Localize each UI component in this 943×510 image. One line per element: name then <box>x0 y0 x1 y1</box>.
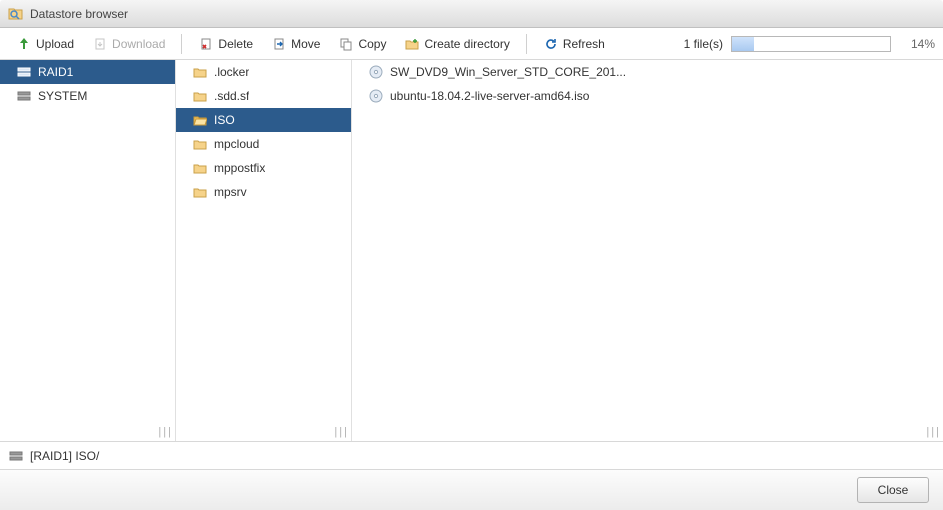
datastore-icon <box>16 88 32 104</box>
datastore-label: SYSTEM <box>38 89 87 103</box>
copy-label: Copy <box>358 37 386 51</box>
folder-icon <box>192 88 208 104</box>
folder-icon <box>192 64 208 80</box>
file-label: ubuntu-18.04.2-live-server-amd64.iso <box>390 89 589 103</box>
copy-icon <box>338 36 354 52</box>
browser-body: RAID1 SYSTEM ||| .locker .sdd.sf ISO <box>0 60 943 442</box>
create-directory-label: Create directory <box>424 37 509 51</box>
delete-label: Delete <box>218 37 253 51</box>
close-button[interactable]: Close <box>857 477 929 503</box>
footer: Close <box>0 470 943 510</box>
folder-item[interactable]: mpsrv <box>176 180 351 204</box>
upload-icon <box>16 36 32 52</box>
file-item[interactable]: ubuntu-18.04.2-live-server-amd64.iso <box>352 84 943 108</box>
upload-progress: 1 file(s) 14% <box>684 36 935 52</box>
datastore-label: RAID1 <box>38 65 73 79</box>
folder-list: .locker .sdd.sf ISO mpcloud mppostfix mp… <box>176 60 352 441</box>
refresh-label: Refresh <box>563 37 605 51</box>
column-resize-handle[interactable]: ||| <box>926 426 941 438</box>
folder-item[interactable]: mppostfix <box>176 156 351 180</box>
refresh-icon <box>543 36 559 52</box>
folder-open-icon <box>192 112 208 128</box>
close-label: Close <box>878 483 909 497</box>
toolbar-separator <box>526 34 527 54</box>
toolbar: Upload Download Delete Move Copy <box>0 28 943 60</box>
toolbar-separator <box>181 34 182 54</box>
upload-label: Upload <box>36 37 74 51</box>
path-text: [RAID1] ISO/ <box>30 449 99 463</box>
folder-label: mppostfix <box>214 161 265 175</box>
download-button: Download <box>84 32 173 56</box>
datastore-list: RAID1 SYSTEM ||| <box>0 60 176 441</box>
create-directory-button[interactable]: Create directory <box>396 32 517 56</box>
disc-icon <box>368 64 384 80</box>
folder-label: .sdd.sf <box>214 89 249 103</box>
move-button[interactable]: Move <box>263 32 328 56</box>
datastore-browser-window: Datastore browser Upload Download Delete <box>0 0 943 510</box>
copy-button[interactable]: Copy <box>330 32 394 56</box>
folder-label: .locker <box>214 65 249 79</box>
folder-label: mpcloud <box>214 137 259 151</box>
download-icon <box>92 36 108 52</box>
folder-icon <box>192 160 208 176</box>
column-resize-handle[interactable]: ||| <box>334 426 349 438</box>
file-list: SW_DVD9_Win_Server_STD_CORE_201... ubunt… <box>352 60 943 441</box>
progress-bar <box>731 36 891 52</box>
download-label: Download <box>112 37 165 51</box>
delete-button[interactable]: Delete <box>190 32 261 56</box>
folder-item-iso[interactable]: ISO <box>176 108 351 132</box>
folder-item[interactable]: .locker <box>176 60 351 84</box>
window-title: Datastore browser <box>30 7 128 21</box>
column-resize-handle[interactable]: ||| <box>158 426 173 438</box>
progress-fill <box>732 37 754 51</box>
refresh-button[interactable]: Refresh <box>535 32 613 56</box>
folder-item[interactable]: .sdd.sf <box>176 84 351 108</box>
folder-label: ISO <box>214 113 235 127</box>
folder-item[interactable]: mpcloud <box>176 132 351 156</box>
progress-percent: 14% <box>899 37 935 51</box>
file-item[interactable]: SW_DVD9_Win_Server_STD_CORE_201... <box>352 60 943 84</box>
folder-icon <box>192 184 208 200</box>
folder-icon <box>192 136 208 152</box>
create-directory-icon <box>404 36 420 52</box>
move-label: Move <box>291 37 320 51</box>
datastore-item-raid1[interactable]: RAID1 <box>0 60 175 84</box>
progress-file-count: 1 file(s) <box>684 37 723 51</box>
disc-icon <box>368 88 384 104</box>
folder-label: mpsrv <box>214 185 247 199</box>
path-bar: [RAID1] ISO/ <box>0 442 943 470</box>
file-label: SW_DVD9_Win_Server_STD_CORE_201... <box>390 65 626 79</box>
move-icon <box>271 36 287 52</box>
datastore-item-system[interactable]: SYSTEM <box>0 84 175 108</box>
datastore-icon <box>8 448 24 464</box>
titlebar: Datastore browser <box>0 0 943 28</box>
datastore-icon <box>16 64 32 80</box>
upload-button[interactable]: Upload <box>8 32 82 56</box>
magnify-folder-icon <box>8 6 24 22</box>
delete-icon <box>198 36 214 52</box>
